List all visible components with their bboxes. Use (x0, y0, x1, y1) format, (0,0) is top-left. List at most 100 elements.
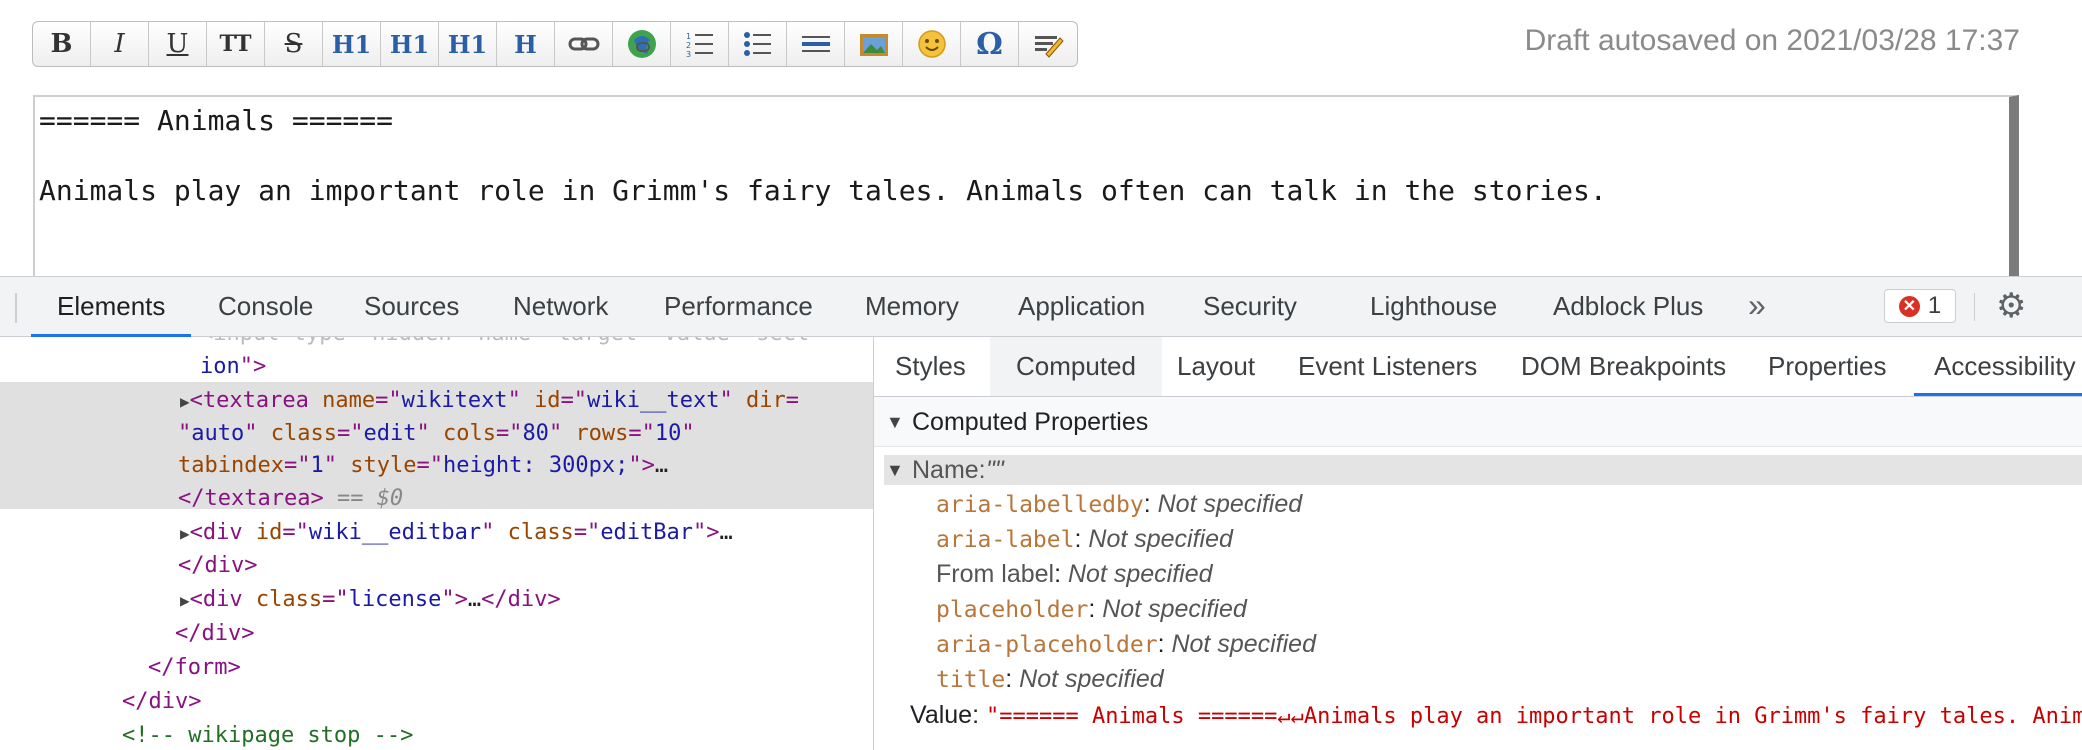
more-tabs-chevron-icon[interactable]: » (1748, 287, 1766, 324)
monospace-icon: TT (219, 31, 252, 57)
tree-line-input-end[interactable]: ion"> (200, 350, 873, 383)
italic-icon: I (114, 29, 125, 59)
tab-styles[interactable]: Styles (895, 337, 966, 396)
heading-menu-icon: H (514, 29, 537, 59)
kebab-menu-icon[interactable]: ⋮ (2068, 290, 2082, 322)
external-link-icon (627, 30, 656, 58)
selected-node-marker: == $0 (336, 486, 404, 511)
link-button[interactable] (555, 22, 613, 66)
name-label: Name: (912, 456, 986, 484)
tree-close-form[interactable]: </form> (148, 651, 873, 684)
heading-lower-icon: H1 (389, 29, 430, 59)
computed-properties-header[interactable]: ▼ Computed Properties (874, 397, 2082, 447)
link-icon (568, 37, 599, 51)
wiki-text-editor[interactable]: ====== Animals ====== Animals play an im… (33, 95, 2019, 285)
tab-performance[interactable]: Performance (664, 277, 813, 336)
tab-event-listeners[interactable]: Event Listeners (1298, 337, 1477, 396)
tab-console[interactable]: Console (218, 277, 313, 336)
error-icon: ✕ (1898, 295, 1920, 317)
tab-application[interactable]: Application (1018, 277, 1145, 336)
expand-triangle-icon[interactable]: ▶ (180, 392, 190, 411)
strikethrough-button[interactable]: S (265, 22, 323, 66)
tree-close-div[interactable]: </div> (175, 617, 873, 650)
prop-row-title: title: Not specified (936, 665, 1164, 693)
accessibility-pane: ▼ Computed Properties ▼ Name: "" aria-la… (874, 397, 2082, 750)
media-button[interactable] (845, 22, 903, 66)
horizontal-rule-button[interactable] (787, 22, 845, 66)
tab-lighthouse[interactable]: Lighthouse (1370, 277, 1497, 336)
tab-layout[interactable]: Layout (1177, 337, 1255, 396)
prop-row-aria-labelledby: aria-labelledby: Not specified (936, 490, 1303, 518)
svg-text:1: 1 (686, 32, 691, 41)
elements-dom-tree: <input type="hidden" name="target" value… (0, 337, 873, 750)
expand-triangle-icon[interactable]: ▶ (180, 591, 190, 610)
tab-computed[interactable]: Computed (990, 337, 1162, 396)
tab-accessibility[interactable]: Accessibility (1914, 337, 2082, 396)
signature-button[interactable] (1019, 22, 1077, 66)
external-link-button[interactable] (613, 22, 671, 66)
tab-network[interactable]: Network (513, 277, 608, 336)
smiley-button[interactable] (903, 22, 961, 66)
value-text: "====== Animals ======↵↵Animals play an … (985, 704, 2082, 729)
prop-row-aria-label: aria-label: Not specified (936, 525, 1233, 553)
tree-comment-wikipage-stop[interactable]: <!-- wikipage stop --> (122, 719, 873, 750)
tab-elements[interactable]: Elements (30, 277, 192, 337)
error-count: 1 (1927, 292, 1942, 319)
special-chars-icon: Ω (976, 26, 1003, 62)
tab-properties[interactable]: Properties (1768, 337, 1887, 396)
heading-lower-button[interactable]: H1 (381, 22, 439, 66)
tab-memory[interactable]: Memory (865, 277, 959, 336)
svg-text:2: 2 (686, 41, 691, 50)
tab-bar-separator (15, 293, 17, 323)
prop-row-from-label: From label: Not specified (936, 560, 1213, 588)
bold-button[interactable]: B (33, 22, 91, 66)
heading-same-button[interactable]: H1 (323, 22, 381, 66)
smiley-icon (917, 30, 946, 58)
tree-node-textarea-cont2[interactable]: tabindex="1" style="height: 300px;">… (178, 449, 873, 482)
devtools-panel: Elements Console Sources Network Perform… (0, 276, 2082, 750)
tab-dom-breakpoints[interactable]: DOM Breakpoints (1521, 337, 1726, 396)
draft-autosave-status: Draft autosaved on 2021/03/28 17:37 (1524, 24, 2020, 57)
tab-adblock-plus[interactable]: Adblock Plus (1553, 277, 1703, 336)
gear-icon[interactable]: ⚙ (1996, 289, 2026, 323)
prop-row-aria-placeholder: aria-placeholder: Not specified (936, 630, 1316, 658)
editor-toolbar: B I U TT S H1 H1 H1 H 123 Ω (32, 21, 1078, 67)
unordered-list-icon (743, 32, 771, 56)
tree-node-editbar-close[interactable]: </div> (178, 549, 873, 582)
error-count-badge[interactable]: ✕ 1 (1884, 289, 1956, 323)
tab-sources[interactable]: Sources (364, 277, 459, 336)
svg-text:3: 3 (686, 50, 691, 58)
devtools-tab-bar: Elements Console Sources Network Perform… (0, 277, 2082, 337)
value-property-row: Value: "====== Animals ======↵↵Animals p… (910, 700, 2082, 732)
tree-line-hidden-input[interactable]: <input type="hidden" name="target" value… (200, 337, 873, 350)
tab-security[interactable]: Security (1203, 277, 1297, 336)
special-chars-button[interactable]: Ω (961, 22, 1019, 66)
expand-triangle-icon[interactable]: ▶ (180, 524, 190, 543)
tree-node-editbar[interactable]: ▶<div id="wiki__editbar" class="editBar"… (180, 516, 873, 550)
monospace-button[interactable]: TT (207, 22, 265, 66)
prop-row-placeholder: placeholder: Not specified (936, 595, 1247, 623)
ordered-list-icon: 123 (686, 32, 713, 58)
collapse-triangle-icon[interactable]: ▼ (886, 455, 904, 485)
media-icon (859, 34, 888, 56)
strikethrough-icon: S (284, 29, 303, 59)
collapse-triangle-icon[interactable]: ▼ (886, 397, 904, 447)
bold-icon: B (50, 29, 73, 59)
ordered-list-button[interactable]: 123 (671, 22, 729, 66)
sidebar-tabs: Styles Computed Layout Event Listeners D… (874, 337, 2082, 397)
unordered-list-button[interactable] (729, 22, 787, 66)
italic-button[interactable]: I (91, 22, 149, 66)
underline-button[interactable]: U (149, 22, 207, 66)
heading-menu-button[interactable]: H (497, 22, 555, 66)
tree-node-textarea-close[interactable]: </textarea> == $0 (178, 482, 873, 515)
tree-node-license[interactable]: ▶<div class="license">…</div> (180, 583, 873, 617)
tree-node-textarea[interactable]: ▶<textarea name="wikitext" id="wiki__tex… (180, 384, 873, 418)
tree-close-div-outer[interactable]: </div> (122, 685, 873, 718)
signature-icon (1035, 36, 1064, 58)
name-property-row[interactable]: ▼ Name: "" (884, 455, 2082, 485)
horizontal-rule-icon (801, 36, 830, 52)
section-title: Computed Properties (912, 408, 1149, 436)
heading-higher-button[interactable]: H1 (439, 22, 497, 66)
heading-same-icon: H1 (331, 29, 372, 59)
tree-node-textarea-cont1[interactable]: "auto" class="edit" cols="80" rows="10" (178, 417, 873, 450)
